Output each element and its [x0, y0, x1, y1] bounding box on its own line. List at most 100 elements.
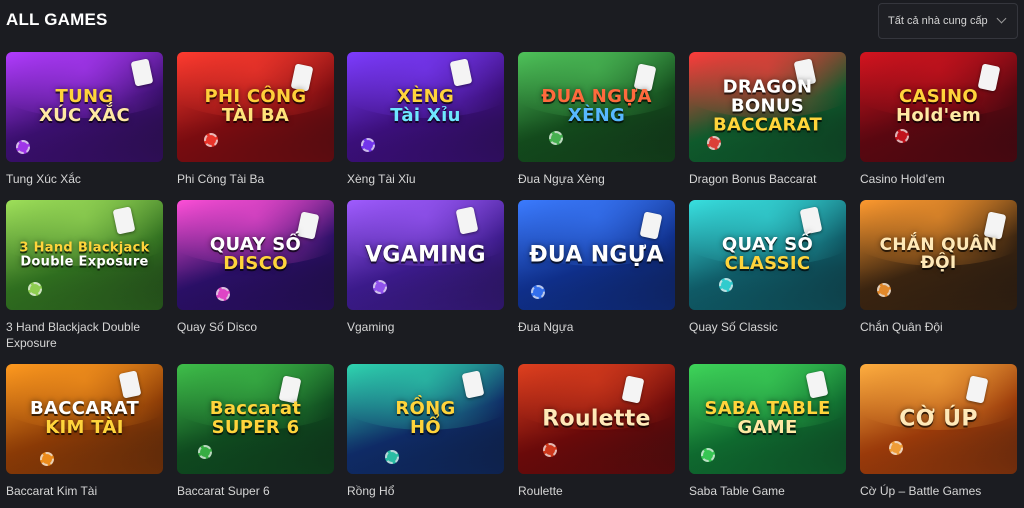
game-name: Dragon Bonus Baccarat	[689, 172, 817, 186]
game-logo-line: TÀI BA	[221, 105, 290, 126]
game-thumbnail[interactable]: VGAMING	[347, 200, 504, 310]
casino-chip-icon	[16, 140, 30, 154]
game-thumbnail[interactable]: QUAY SỐ CLASSIC	[689, 200, 846, 310]
game-name: Baccarat Super 6	[177, 484, 270, 498]
game-logo: RỒNG HỔ	[351, 399, 500, 438]
game-thumbnail[interactable]: ĐUA NGỰA XÈNG	[518, 52, 675, 162]
game-card[interactable]: CASINO Hold'em Casino Hold’em	[860, 52, 1017, 187]
game-name: Tung Xúc Xắc	[6, 172, 81, 186]
game-name: 3 Hand Blackjack Double Exposure	[6, 320, 141, 350]
game-card[interactable]: Roulette Roulette	[518, 364, 675, 499]
game-logo-line: XÈNG	[567, 105, 626, 126]
game-card[interactable]: PHI CÔNG TÀI BA Phi Công Tài Ba	[177, 52, 334, 187]
casino-chip-icon	[28, 282, 42, 296]
game-thumbnail[interactable]: DRAGON BONUS BACCARAT	[689, 52, 846, 162]
casino-chip-icon	[531, 285, 545, 299]
game-logo: CASINO Hold'em	[864, 87, 1013, 126]
game-card[interactable]: SABA TABLE GAME Saba Table Game	[689, 364, 846, 499]
game-logo-line: 3 Hand Blackjack	[19, 240, 150, 256]
thumbnail-floor	[518, 120, 675, 162]
thumbnail-floor	[347, 268, 504, 310]
game-name: Đua Ngựa Xèng	[518, 172, 605, 186]
game-logo-line: KIM TÀI	[45, 417, 124, 438]
casino-chip-icon	[889, 441, 903, 455]
game-logo-line: CHẮN QUÂN ĐỘI	[879, 235, 998, 273]
game-thumbnail[interactable]: Baccarat SUPER 6	[177, 364, 334, 474]
game-name: Xèng Tài Xỉu	[347, 172, 416, 186]
casino-chip-icon	[719, 278, 733, 292]
game-thumbnail[interactable]: XÈNG Tài Xỉu	[347, 52, 504, 162]
game-logo-line: GAME	[737, 417, 798, 438]
game-card[interactable]: DRAGON BONUS BACCARAT Dragon Bonus Baccara…	[689, 52, 846, 187]
game-thumbnail[interactable]: CHẮN QUÂN ĐỘI	[860, 200, 1017, 310]
thumbnail-floor	[6, 432, 163, 474]
game-card[interactable]: BACCARAT KIM TÀI Baccarat Kim Tài	[6, 364, 163, 499]
game-logo: Roulette	[522, 407, 671, 430]
game-name: Đua Ngựa	[518, 320, 574, 334]
thumbnail-floor	[860, 432, 1017, 474]
game-thumbnail[interactable]: SABA TABLE GAME	[689, 364, 846, 474]
casino-chip-icon	[895, 129, 909, 143]
thumbnail-floor	[347, 432, 504, 474]
game-thumbnail[interactable]: BACCARAT KIM TÀI	[6, 364, 163, 474]
game-card[interactable]: RỒNG HỔ Rồng Hổ	[347, 364, 504, 499]
casino-chip-icon	[361, 138, 375, 152]
game-thumbnail[interactable]: PHI CÔNG TÀI BA	[177, 52, 334, 162]
game-name: Quay Số Disco	[177, 320, 258, 334]
game-logo: XÈNG Tài Xỉu	[351, 87, 500, 126]
header: ALL GAMES Tất cả nhà cung cấp	[6, 0, 1018, 42]
game-thumbnail[interactable]: RỒNG HỔ	[347, 364, 504, 474]
thumbnail-floor	[689, 268, 846, 310]
game-logo-line: DRAGON BONUS	[722, 76, 813, 117]
thumbnail-floor	[177, 120, 334, 162]
game-logo: CHẮN QUÂN ĐỘI	[864, 235, 1013, 273]
game-card[interactable]: XÈNG Tài Xỉu Xèng Tài Xỉu	[347, 52, 504, 187]
game-logo: 3 Hand Blackjack Double Exposure	[10, 241, 159, 268]
game-logo-line: Hold'em	[895, 105, 982, 126]
game-card[interactable]: ĐUA NGỰA XÈNG Đua Ngựa Xèng	[518, 52, 675, 187]
game-logo: VGAMING	[351, 243, 500, 266]
game-card[interactable]: QUAY SỐ CLASSIC Quay Số Classic	[689, 200, 846, 335]
game-card[interactable]: VGAMING Vgaming	[347, 200, 504, 335]
game-name: Phi Công Tài Ba	[177, 172, 265, 186]
game-logo: CỜ ÚP	[864, 407, 1013, 430]
game-card[interactable]: Baccarat SUPER 6 Baccarat Super 6	[177, 364, 334, 499]
provider-select[interactable]: Tất cả nhà cung cấp	[878, 3, 1018, 39]
game-logo-line: XÚC XẮC	[38, 105, 131, 126]
game-name: Vgaming	[347, 320, 395, 334]
game-thumbnail[interactable]: CỜ ÚP	[860, 364, 1017, 474]
game-card[interactable]: 3 Hand Blackjack Double Exposure 3 Hand Bl…	[6, 200, 163, 351]
game-card[interactable]: CHẮN QUÂN ĐỘI Chắn Quân Đội	[860, 200, 1017, 335]
casino-chip-icon	[385, 450, 399, 464]
game-logo: QUAY SỐ DISCO	[181, 235, 330, 274]
game-logo: TUNG XÚC XẮC	[10, 87, 159, 126]
casino-chip-icon	[543, 443, 557, 457]
game-logo: SABA TABLE GAME	[693, 399, 842, 438]
provider-select-value: Tất cả nhà cung cấp	[888, 15, 988, 27]
game-thumbnail[interactable]: CASINO Hold'em	[860, 52, 1017, 162]
thumbnail-floor	[518, 432, 675, 474]
game-logo: PHI CÔNG TÀI BA	[181, 87, 330, 126]
game-thumbnail[interactable]: 3 Hand Blackjack Double Exposure	[6, 200, 163, 310]
game-card[interactable]: CỜ ÚP Cờ Úp – Battle Games	[860, 364, 1017, 499]
game-card[interactable]: QUAY SỐ DISCO Quay Số Disco	[177, 200, 334, 335]
game-logo-line: BACCARAT	[712, 114, 823, 136]
game-logo-line: Double Exposure	[20, 254, 149, 269]
game-logo-line: Tài Xỉu	[390, 105, 461, 126]
game-logo: ĐUA NGỰA	[522, 243, 671, 266]
game-card[interactable]: ĐUA NGỰA Đua Ngựa	[518, 200, 675, 335]
game-thumbnail[interactable]: TUNG XÚC XẮC	[6, 52, 163, 162]
game-logo: QUAY SỐ CLASSIC	[693, 235, 842, 274]
casino-chip-icon	[204, 133, 218, 147]
game-thumbnail[interactable]: ĐUA NGỰA	[518, 200, 675, 310]
casino-chip-icon	[198, 445, 212, 459]
game-name: Rồng Hổ	[347, 484, 395, 498]
casino-chip-icon	[40, 452, 54, 466]
page-title: ALL GAMES	[6, 10, 108, 29]
game-logo: Baccarat SUPER 6	[181, 399, 330, 438]
thumbnail-floor	[860, 120, 1017, 162]
game-thumbnail[interactable]: QUAY SỐ DISCO	[177, 200, 334, 310]
game-name: Cờ Úp – Battle Games	[860, 484, 982, 498]
game-card[interactable]: TUNG XÚC XẮC Tung Xúc Xắc	[6, 52, 163, 187]
game-thumbnail[interactable]: Roulette	[518, 364, 675, 474]
